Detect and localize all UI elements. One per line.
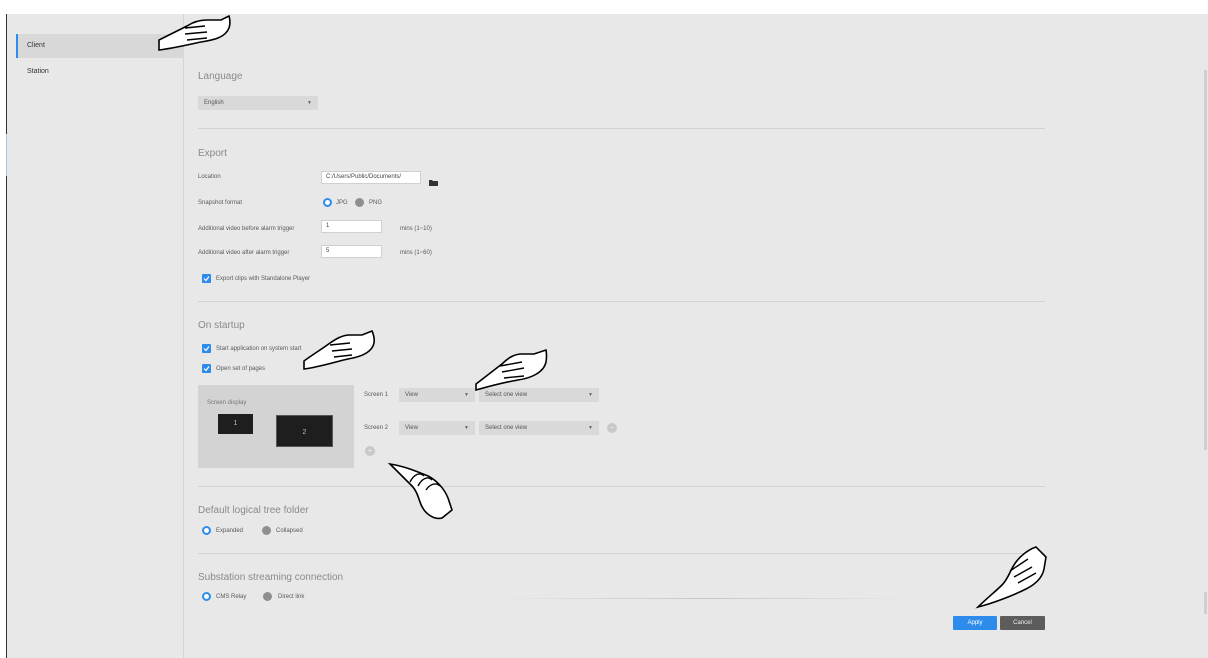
sidebar-item-station[interactable]: Station	[16, 60, 184, 84]
scrollbar-thumb[interactable]	[1204, 592, 1207, 614]
on-startup-title: On startup	[198, 320, 245, 331]
screen-2-view-select[interactable]: Select one view ▼	[479, 421, 599, 435]
folder-icon[interactable]	[429, 173, 438, 191]
before-alarm-field[interactable]: 1	[321, 220, 382, 233]
before-alarm-label: Additional video before alarm trigger	[198, 226, 295, 232]
after-alarm-label: Additional video after alarm trigger	[198, 250, 290, 256]
pointing-hand-icon	[475, 348, 548, 392]
monitor-2[interactable]: 2	[276, 415, 333, 447]
cms-relay-radio[interactable]	[202, 592, 211, 601]
apply-button[interactable]: Apply	[953, 616, 997, 630]
tree-expanded-label: Expanded	[216, 528, 244, 534]
pointing-hand-icon	[975, 546, 1047, 609]
monitor-1[interactable]: 1	[218, 414, 253, 434]
screen-display-label: Screen display	[207, 400, 247, 406]
screen-2-label: Screen 2	[364, 425, 389, 431]
after-alarm-unit: mins (1~60)	[400, 250, 432, 256]
screen-2-type-select[interactable]: View ▼	[399, 421, 475, 435]
pointing-hand-icon	[387, 462, 453, 520]
pointing-hand-icon	[158, 14, 231, 51]
caret-down-icon: ▼	[588, 392, 593, 398]
caret-down-icon: ▼	[464, 425, 469, 431]
screen-display-panel: Screen display 1 2	[198, 385, 354, 468]
sidebar-scroll-accent	[6, 134, 7, 176]
tree-folder-title: Default logical tree folder	[198, 505, 309, 516]
caret-down-icon: ▼	[307, 100, 312, 106]
tree-collapsed-label: Collapsed	[276, 528, 303, 534]
direct-link-radio[interactable]	[263, 592, 272, 601]
check-icon	[203, 366, 210, 372]
language-select-value: English	[204, 100, 224, 106]
open-pages-checkbox[interactable]	[202, 364, 211, 373]
standalone-player-label: Export clips with Standalone Player	[216, 276, 311, 282]
standalone-player-checkbox[interactable]	[202, 274, 211, 283]
divider	[495, 598, 915, 599]
screen-2-view-value: Select one view	[485, 425, 528, 431]
before-alarm-unit: mins (1~10)	[400, 226, 432, 232]
remove-icon: −	[609, 423, 615, 432]
scrollbar[interactable]	[1204, 70, 1207, 450]
start-app-label: Start application on system start	[216, 346, 302, 352]
divider	[198, 486, 1045, 487]
remove-screen-button[interactable]: −	[607, 423, 617, 433]
screen-1-type-value: View	[405, 392, 418, 398]
snapshot-png-label: PNG	[369, 200, 383, 206]
language-title: Language	[198, 71, 243, 82]
location-label: Location	[198, 174, 221, 180]
start-app-checkbox[interactable]	[202, 344, 211, 353]
tree-expanded-radio[interactable]	[202, 526, 211, 535]
direct-link-label: Direct link	[278, 594, 305, 600]
tree-collapsed-radio[interactable]	[262, 526, 271, 535]
sidebar: Client Station	[7, 14, 184, 658]
cms-relay-label: CMS Relay	[216, 594, 247, 600]
screen-1-label: Screen 1	[364, 392, 389, 398]
divider	[198, 553, 1045, 554]
caret-down-icon: ▼	[464, 392, 469, 398]
substation-title: Substation streaming connection	[198, 572, 344, 583]
language-select[interactable]: English ▼	[198, 96, 318, 110]
location-field[interactable]: C:/Users/Public/Documents/	[321, 171, 421, 184]
screen-2-type-value: View	[405, 425, 418, 431]
snapshot-jpg-radio[interactable]	[323, 198, 332, 207]
divider	[198, 128, 1045, 129]
snapshot-format-label: Snapshot format	[198, 200, 243, 206]
caret-down-icon: ▼	[588, 425, 593, 431]
after-alarm-field[interactable]: 5	[321, 245, 382, 258]
open-pages-label: Open set of pages	[216, 366, 266, 372]
export-title: Export	[198, 148, 227, 159]
snapshot-png-radio[interactable]	[355, 198, 364, 207]
screen-1-type-select[interactable]: View ▼	[399, 388, 475, 402]
pointing-hand-icon	[303, 329, 376, 370]
divider	[198, 301, 1045, 302]
check-icon	[203, 346, 210, 352]
cancel-button[interactable]: Cancel	[1000, 616, 1045, 630]
check-icon	[203, 276, 210, 282]
add-icon: +	[367, 446, 373, 455]
snapshot-jpg-label: JPG	[336, 200, 348, 206]
add-screen-button[interactable]: +	[365, 446, 375, 456]
